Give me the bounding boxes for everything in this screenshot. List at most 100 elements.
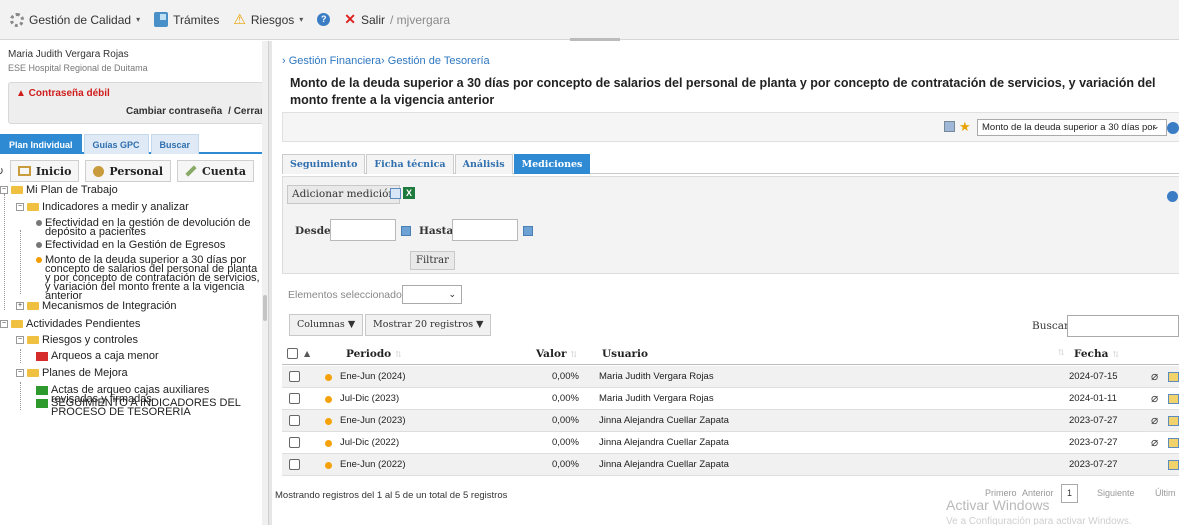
tree-item-pending[interactable]: − Actividades Pendientes — [0, 319, 140, 330]
calendar-icon[interactable] — [401, 226, 411, 236]
favorite-star-icon[interactable]: ★ — [959, 119, 971, 135]
tree-item-risks[interactable]: − Riesgos y controles — [16, 335, 138, 346]
tree-item-indicator-2[interactable]: Efectividad en la Gestión de Egresos — [36, 240, 256, 251]
tab-plan-individual[interactable]: Plan Individual — [0, 134, 82, 154]
panel-divider[interactable] — [268, 41, 272, 525]
excel-icon[interactable]: X — [403, 187, 415, 199]
pager-next[interactable]: Siguiente — [1097, 488, 1135, 498]
column-period[interactable]: Periodo ⇅ — [346, 348, 402, 360]
table-row[interactable]: Ene-Jun (2023) 0,00% Jinna Alejandra Cuell… — [282, 410, 1179, 432]
pager-last[interactable]: Últim — [1155, 488, 1176, 498]
comment-icon[interactable] — [1168, 416, 1179, 426]
calendar-icon[interactable] — [523, 226, 533, 236]
tree-line — [20, 349, 21, 363]
tab-analisis[interactable]: Análisis — [454, 154, 513, 174]
help-icon[interactable] — [1167, 122, 1179, 134]
tree-item-indicator-1[interactable]: Efectividad en la gestión de devolución … — [36, 218, 256, 238]
attachment-icon[interactable]: ⌀ — [1151, 369, 1158, 383]
sort-asc-icon[interactable]: ▲ — [304, 348, 310, 358]
cell-user: Maria Judith Vergara Rojas — [599, 371, 714, 382]
column-value-label: Valor — [536, 348, 567, 360]
column-date[interactable]: Fecha ⇅ — [1074, 348, 1119, 360]
collapse-icon[interactable]: − — [0, 186, 8, 194]
export-icon[interactable] — [390, 188, 401, 199]
tab-buscar[interactable]: Buscar — [150, 134, 200, 154]
show-records-button[interactable]: Mostrar 20 registros ▼ — [365, 314, 492, 336]
collapse-icon[interactable]: − — [16, 203, 24, 211]
expand-icon[interactable]: + — [16, 302, 24, 310]
tab-seguimiento[interactable]: Seguimiento — [282, 154, 366, 174]
menu-riesgos[interactable]: ⚠ Riesgos ▾ — [233, 11, 303, 28]
change-password-link[interactable]: Cambiar contraseña — [126, 106, 222, 117]
attachment-icon[interactable]: ⌀ — [1151, 391, 1158, 405]
column-value[interactable]: Valor ⇅ — [536, 348, 577, 360]
tab-mediciones[interactable]: Mediciones — [513, 154, 591, 174]
tab-guias-gpc[interactable]: Guías GPC — [83, 134, 149, 154]
attachment-icon[interactable]: ⌀ — [1151, 413, 1158, 427]
comment-icon[interactable] — [1168, 438, 1179, 448]
tree-item-arqueos[interactable]: Arqueos a caja menor — [36, 351, 159, 362]
tree-item-integration[interactable]: + Mecanismos de Integración — [16, 301, 177, 312]
table-row[interactable]: Jul-Dic (2023) 0,00% Maria Judith Vergara … — [282, 388, 1179, 410]
exit-link[interactable]: ✕ Salir / mjvergara — [344, 11, 450, 28]
row-checkbox[interactable] — [289, 393, 300, 404]
collapse-icon[interactable]: − — [0, 320, 8, 328]
to-date-input[interactable] — [452, 219, 518, 241]
cell-user: Jinna Alejandra Cuellar Zapata — [599, 437, 729, 448]
add-measurement-button[interactable]: Adicionar medición — [287, 185, 401, 204]
sort-icon[interactable]: ⇅ — [1058, 348, 1065, 357]
menu-gestion-calidad[interactable]: Gestión de Calidad ▾ — [10, 12, 140, 27]
selected-elements-select[interactable]: ⌄ — [402, 285, 462, 304]
columns-button[interactable]: Columnas ▼ — [289, 314, 364, 336]
row-checkbox[interactable] — [289, 371, 300, 382]
pencil-icon — [185, 165, 197, 177]
menu-tramites[interactable]: Trámites — [154, 12, 219, 27]
status-dot-icon — [36, 257, 42, 263]
selected-elements-label: Elementos seleccionados — [288, 289, 408, 301]
comment-icon[interactable] — [1168, 394, 1179, 404]
row-checkbox[interactable] — [289, 437, 300, 448]
folder-icon — [11, 320, 23, 328]
tree-item-plans[interactable]: − Planes de Mejora — [16, 368, 128, 379]
from-date-input[interactable] — [330, 219, 396, 241]
personal-button[interactable]: Personal — [85, 160, 172, 182]
comment-icon[interactable] — [1168, 372, 1179, 382]
report-icon[interactable] — [944, 121, 955, 132]
help-icon[interactable] — [1167, 191, 1178, 202]
folder-icon — [27, 336, 39, 344]
table-row[interactable]: Ene-Jun (2024) 0,00% Maria Judith Vergara … — [282, 366, 1179, 388]
table-row[interactable]: Ene-Jun (2022) 0,00% Jinna Alejandra Cuell… — [282, 454, 1179, 476]
column-period-label: Periodo — [346, 348, 392, 360]
tree-item-plan[interactable]: − Mi Plan de Trabajo — [0, 185, 118, 196]
help-icon[interactable]: ? — [317, 13, 331, 26]
account-button[interactable]: Cuenta — [177, 160, 254, 182]
tree-item-indicator-3[interactable]: Monto de la deuda superior a 30 días por… — [36, 255, 262, 302]
comment-icon[interactable] — [1168, 460, 1179, 470]
select-all-checkbox[interactable] — [287, 348, 298, 359]
pager-current-page[interactable]: 1 — [1061, 484, 1078, 503]
tab-ficha-tecnica[interactable]: Ficha técnica — [366, 154, 454, 174]
task-icon — [36, 386, 48, 395]
gear-icon — [10, 12, 24, 27]
status-dot-icon — [325, 396, 332, 403]
collapse-icon[interactable]: − — [16, 369, 24, 377]
scrollbar-thumb[interactable] — [263, 295, 267, 321]
close-link[interactable]: / Cerrar — [228, 106, 264, 117]
column-user[interactable]: Usuario — [602, 348, 648, 360]
home-button[interactable]: Inicio — [9, 160, 80, 182]
filter-button[interactable]: Filtrar — [410, 251, 455, 270]
attachment-icon[interactable]: ⌀ — [1151, 435, 1158, 449]
table-row[interactable]: Jul-Dic (2022) 0,00% Jinna Alejandra Cuell… — [282, 432, 1179, 454]
refresh-icon[interactable]: ↻ — [0, 164, 4, 178]
tree-label: SEGUIMIENTO A INDICADORES DEL PROCESO DE… — [51, 397, 241, 418]
indicator-select[interactable]: Monto de la deuda superior a 30 días por — [977, 119, 1167, 136]
row-checkbox[interactable] — [289, 415, 300, 426]
collapse-icon[interactable]: − — [16, 336, 24, 344]
row-checkbox[interactable] — [289, 459, 300, 470]
search-input[interactable] — [1067, 315, 1179, 337]
resize-grip[interactable] — [570, 38, 620, 41]
breadcrumb[interactable]: › Gestión Financiera› Gestión de Tesorer… — [282, 55, 490, 67]
cell-value: 0,00% — [552, 459, 579, 470]
tree-item-indicators[interactable]: − Indicadores a medir y analizar — [16, 202, 189, 213]
tree-item-seguimiento[interactable]: SEGUIMIENTO A INDICADORES DEL PROCESO DE… — [36, 397, 246, 418]
